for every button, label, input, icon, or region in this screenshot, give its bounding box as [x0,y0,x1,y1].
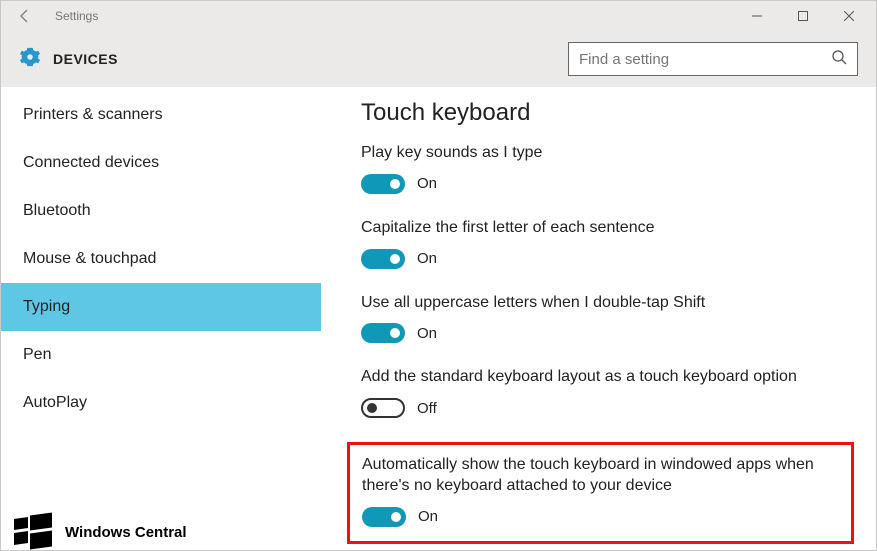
sidebar-item-label: Typing [23,298,70,316]
toggle-switch[interactable] [361,323,405,343]
windows-logo-icon [11,514,55,550]
toggle-state: Off [417,400,437,417]
sidebar-item-label: Mouse & touchpad [23,250,156,268]
toggle-state: On [417,250,437,267]
search-input[interactable] [579,51,831,68]
setting-auto-show-keyboard: Automatically show the touch keyboard in… [362,455,839,527]
sidebar-item-label: Pen [23,346,51,364]
sidebar-item-bluetooth[interactable]: Bluetooth [1,187,321,235]
toggle-switch[interactable] [362,507,406,527]
sidebar-item-printers[interactable]: Printers & scanners [1,91,321,139]
watermark: Windows Central [11,514,187,550]
sidebar-item-label: Bluetooth [23,202,91,220]
page-title: Touch keyboard [361,99,852,127]
sidebar-item-autoplay[interactable]: AutoPlay [1,379,321,427]
search-icon [831,49,847,70]
toggle-switch[interactable] [361,249,405,269]
setting-label: Use all uppercase letters when I double-… [361,293,852,314]
settings-window: Settings DEVICES Printers & scanners Con… [0,0,877,551]
toggle-switch[interactable] [361,398,405,418]
setting-play-key-sounds: Play key sounds as I type On [361,143,852,194]
main-content: Touch keyboard Play key sounds as I type… [321,87,876,551]
back-button[interactable] [5,8,45,24]
setting-label: Add the standard keyboard layout as a to… [361,367,852,388]
gear-icon [19,46,41,73]
toggle-state: On [417,325,437,342]
maximize-button[interactable] [780,1,826,31]
section-title: DEVICES [53,51,118,67]
sidebar: Printers & scanners Connected devices Bl… [1,87,321,551]
setting-capitalize-first: Capitalize the first letter of each sent… [361,218,852,269]
highlighted-setting-box: Automatically show the touch keyboard in… [347,442,854,544]
close-button[interactable] [826,1,872,31]
watermark-text: Windows Central [65,524,187,541]
sidebar-item-typing[interactable]: Typing [1,283,321,331]
search-box[interactable] [568,42,858,76]
setting-uppercase-shift: Use all uppercase letters when I double-… [361,293,852,344]
setting-label: Capitalize the first letter of each sent… [361,218,852,239]
toggle-switch[interactable] [361,174,405,194]
window-title: Settings [45,9,98,23]
setting-standard-keyboard-layout: Add the standard keyboard layout as a to… [361,367,852,418]
header: DEVICES [1,31,876,87]
sidebar-item-mouse-touchpad[interactable]: Mouse & touchpad [1,235,321,283]
sidebar-item-pen[interactable]: Pen [1,331,321,379]
sidebar-item-connected-devices[interactable]: Connected devices [1,139,321,187]
sidebar-item-label: AutoPlay [23,394,87,412]
setting-label: Play key sounds as I type [361,143,852,164]
toggle-state: On [418,508,438,525]
toggle-state: On [417,175,437,192]
minimize-button[interactable] [734,1,780,31]
setting-label: Automatically show the touch keyboard in… [362,455,839,497]
titlebar: Settings [1,1,876,31]
sidebar-item-label: Printers & scanners [23,106,163,124]
sidebar-item-label: Connected devices [23,154,159,172]
